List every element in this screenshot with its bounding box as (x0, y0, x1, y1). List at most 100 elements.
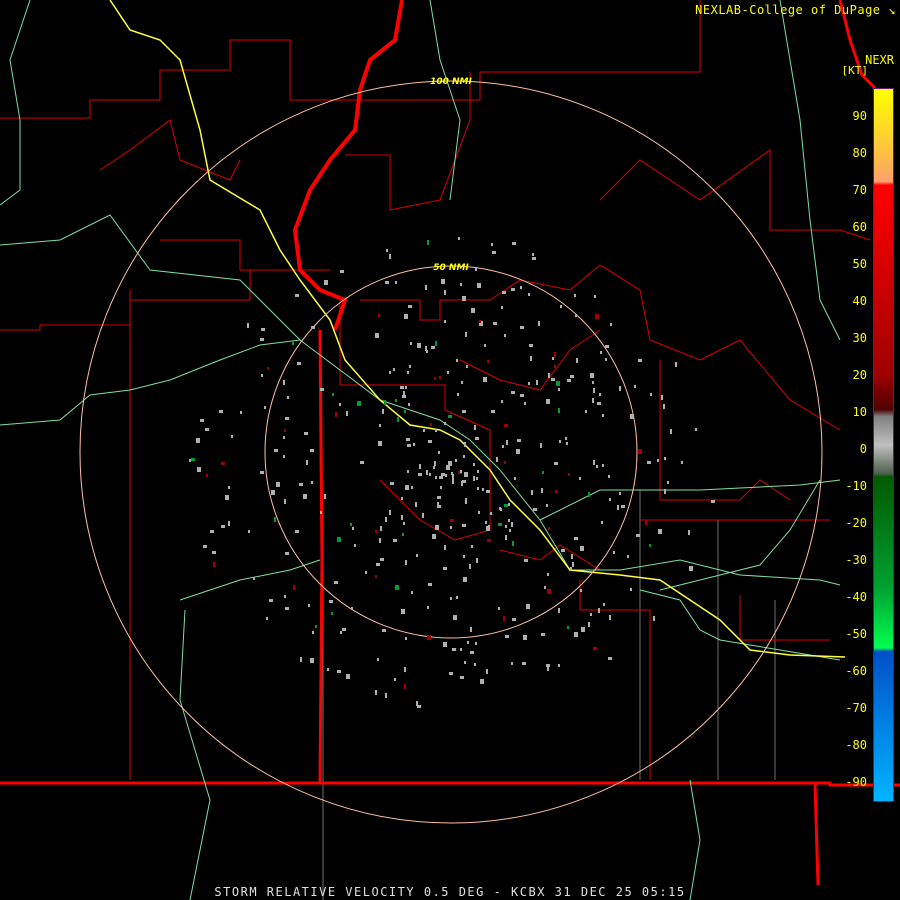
echo-pixel (638, 449, 642, 454)
echo-pixel (419, 464, 421, 469)
echo-pixel (509, 529, 511, 532)
echo-pixel (689, 566, 693, 571)
echo-pixel (360, 461, 364, 464)
units-label: [KT] (841, 64, 869, 77)
echo-pixel (191, 458, 195, 461)
echo-pixel (653, 616, 655, 621)
echo-pixel (346, 674, 350, 679)
echo-pixel (267, 367, 269, 370)
echo-pixel (283, 380, 285, 385)
echo-pixel (498, 523, 502, 526)
echo-pixel (605, 358, 607, 361)
echo-pixel (460, 648, 462, 651)
echo-pixel (312, 631, 314, 634)
color-scale-tick: -20 (845, 516, 867, 530)
echo-pixel (320, 511, 322, 514)
echo-pixel (247, 323, 249, 328)
echo-pixel (505, 525, 507, 528)
echo-pixel (558, 664, 560, 667)
echo-pixel (310, 658, 314, 663)
echo-pixel (407, 371, 409, 374)
echo-pixel (382, 409, 384, 414)
echo-pixel (292, 342, 294, 345)
echo-pixel (423, 429, 425, 432)
echo-pixel (477, 470, 479, 473)
echo-pixel (645, 520, 647, 525)
echo-pixel (448, 415, 452, 418)
echo-pixel (425, 346, 427, 351)
echo-pixel (418, 473, 422, 476)
echo-pixel (554, 352, 556, 357)
echo-pixel (570, 567, 572, 570)
echo-pixel (439, 376, 441, 379)
echo-pixel (548, 527, 550, 530)
echo-pixel (621, 505, 625, 508)
echo-pixel (377, 658, 379, 661)
echo-pixel (574, 294, 576, 297)
echo-pixel (532, 257, 536, 260)
echo-pixel (306, 460, 308, 465)
echo-pixel (437, 496, 441, 499)
echo-pixel (547, 589, 551, 594)
echo-pixel (297, 362, 301, 365)
echo-pixel (434, 461, 436, 466)
echo-pixel (613, 551, 615, 554)
echo-pixel (560, 305, 562, 308)
echo-pixel (551, 378, 555, 381)
echo-pixel (228, 521, 230, 526)
echo-pixel (661, 395, 663, 400)
echo-pixel (474, 663, 476, 666)
echo-pixel (504, 334, 506, 337)
product-label: NEXR (865, 53, 894, 67)
echo-pixel (529, 344, 533, 347)
echo-pixel (464, 472, 468, 477)
echo-pixel (533, 508, 537, 511)
echo-pixel (219, 410, 223, 413)
echo-pixel (475, 437, 479, 440)
echo-pixel (285, 607, 289, 610)
echo-pixel (375, 530, 377, 533)
echo-pixel (479, 320, 481, 323)
echo-pixel (593, 460, 595, 465)
echo-pixel (435, 476, 437, 479)
echo-pixel (269, 599, 273, 602)
echo-pixel (499, 507, 501, 510)
echo-pixel (650, 393, 652, 396)
echo-pixel (334, 581, 338, 584)
echo-pixel (404, 684, 406, 689)
echo-pixel (593, 388, 595, 393)
echo-pixel (407, 444, 411, 447)
echo-pixel (197, 467, 201, 472)
color-scale-tick: 60 (852, 220, 867, 234)
echo-pixel (464, 661, 466, 664)
echo-pixel (450, 597, 452, 600)
echo-pixel (351, 607, 353, 610)
echo-pixel (331, 612, 333, 615)
echo-pixel (476, 558, 478, 563)
echo-pixel (260, 471, 264, 474)
echo-pixel (397, 417, 399, 422)
echo-pixel (295, 294, 299, 297)
echo-pixel (340, 270, 344, 273)
echo-pixel (439, 476, 443, 479)
echo-pixel (385, 517, 387, 522)
echo-pixel (379, 538, 381, 543)
echo-pixel (260, 338, 264, 341)
echo-pixel (401, 515, 403, 520)
echo-pixel (409, 365, 411, 368)
echo-pixel (378, 441, 382, 446)
echo-pixel (506, 440, 508, 445)
logo-mark-icon: ↘ (888, 3, 896, 17)
echo-pixel (285, 417, 289, 420)
echo-pixel (575, 314, 577, 317)
range-ring-label-50: 50 NMI (433, 263, 469, 273)
echo-pixel (380, 526, 382, 531)
echo-pixel (329, 600, 333, 603)
echo-pixel (588, 622, 590, 627)
echo-pixel (470, 651, 474, 654)
echo-pixel (487, 360, 489, 363)
echo-pixel (609, 615, 611, 620)
echo-pixel (308, 604, 310, 607)
echo-pixel (464, 442, 466, 447)
echo-pixel (444, 290, 446, 295)
